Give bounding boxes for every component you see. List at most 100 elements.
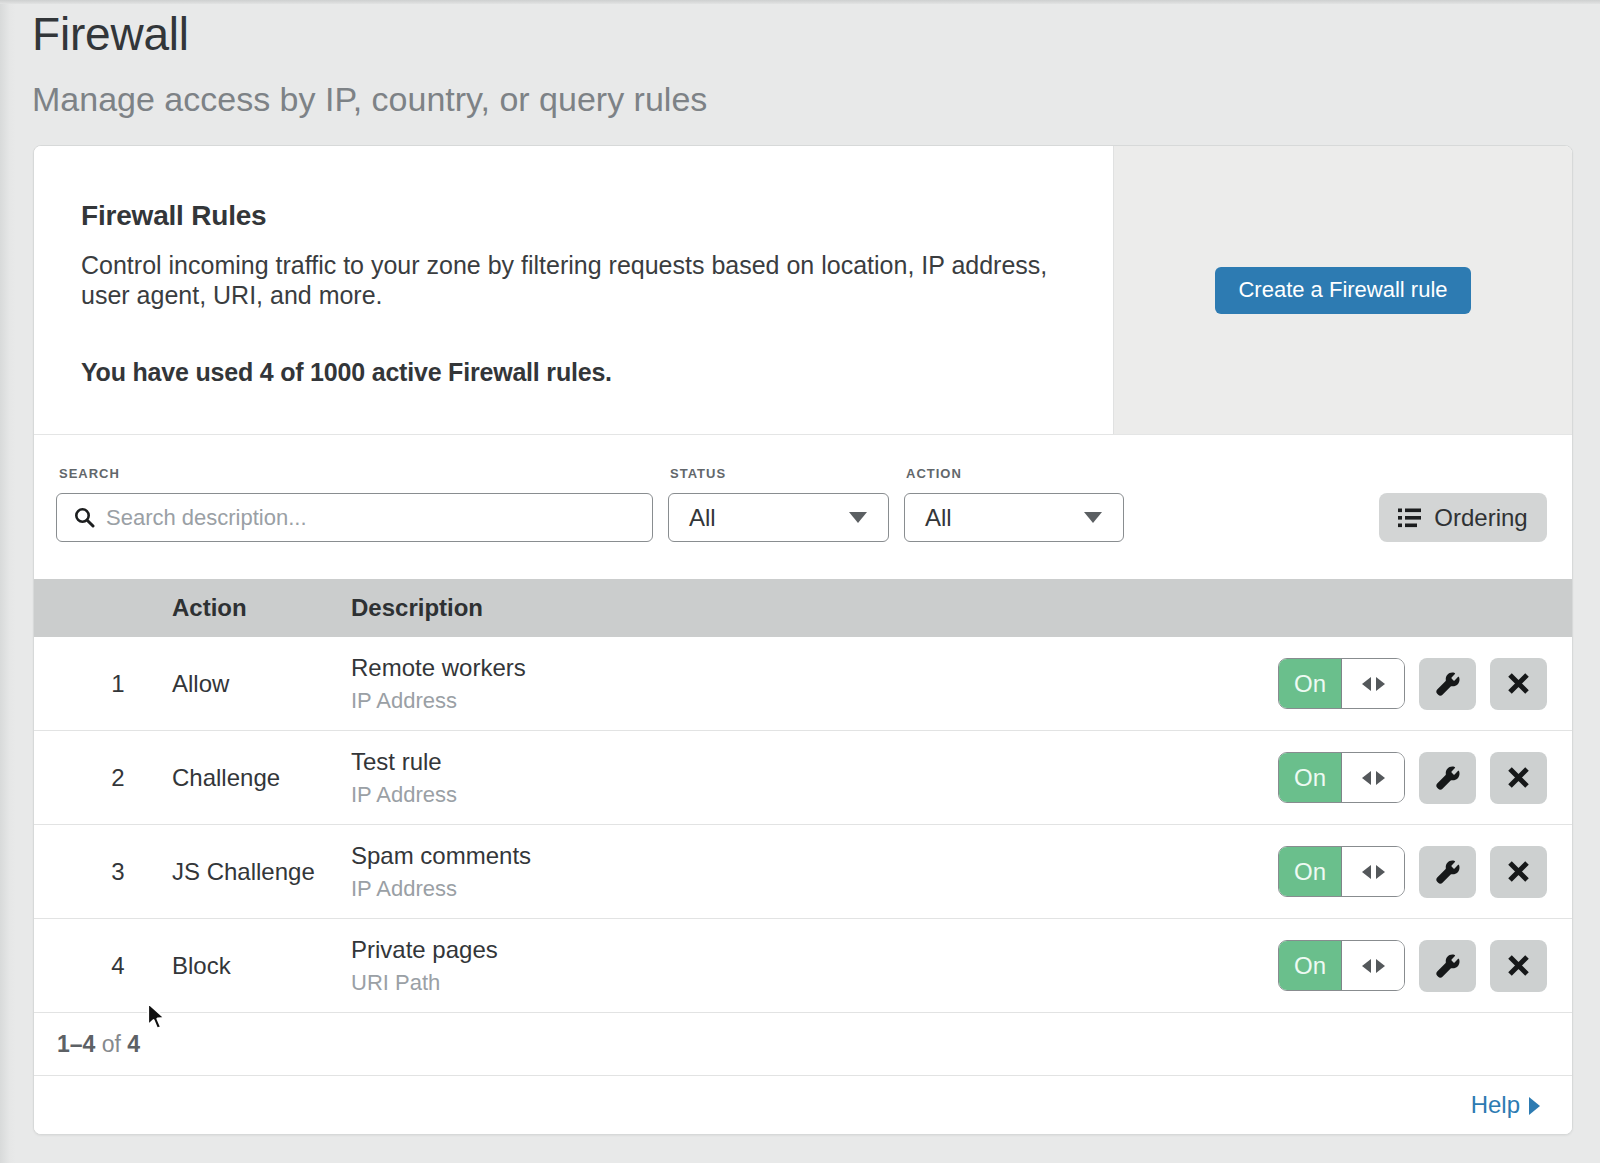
toggle-on-segment[interactable]: On xyxy=(1279,659,1342,708)
hero-text-panel: Firewall Rules Control incoming traffic … xyxy=(34,146,1113,434)
right-triangle-icon xyxy=(1529,1097,1540,1115)
rule-priority: 1 xyxy=(100,670,136,698)
rule-description: Remote workers xyxy=(351,653,526,683)
x-icon xyxy=(1507,860,1530,883)
status-select[interactable]: All xyxy=(668,493,889,542)
hero-action-panel: Create a Firewall rule xyxy=(1113,146,1572,434)
action-label: ACTION xyxy=(906,466,962,481)
page-title: Firewall xyxy=(32,6,1600,62)
toggle-handle[interactable] xyxy=(1342,659,1404,708)
search-label: SEARCH xyxy=(59,466,120,481)
arrow-left-icon xyxy=(1362,865,1371,879)
rule-priority: 3 xyxy=(100,858,136,886)
ordering-button-label: Ordering xyxy=(1434,504,1527,532)
arrow-left-icon xyxy=(1362,959,1371,973)
toggle-handle[interactable] xyxy=(1342,753,1404,802)
arrow-right-icon xyxy=(1376,959,1385,973)
toggle-on-segment[interactable]: On xyxy=(1279,941,1342,990)
wrench-icon xyxy=(1435,671,1461,697)
pagination-total: 4 xyxy=(127,1031,140,1057)
search-icon xyxy=(74,507,95,528)
page-subtitle: Manage access by IP, country, or query r… xyxy=(32,80,1600,118)
x-icon xyxy=(1507,954,1530,977)
ordering-button[interactable]: Ordering xyxy=(1379,493,1547,542)
delete-rule-button[interactable] xyxy=(1490,658,1547,710)
column-header-description: Description xyxy=(351,594,483,622)
chevron-down-icon xyxy=(849,512,867,523)
x-icon xyxy=(1507,672,1530,695)
wrench-icon xyxy=(1435,859,1461,885)
page-header: Firewall Manage access by IP, country, o… xyxy=(0,0,1600,118)
rule-priority: 4 xyxy=(100,952,136,980)
arrow-left-icon xyxy=(1362,771,1371,785)
rule-description: Private pages xyxy=(351,935,498,965)
edit-rule-button[interactable] xyxy=(1419,752,1476,804)
delete-rule-button[interactable] xyxy=(1490,752,1547,804)
edit-rule-button[interactable] xyxy=(1419,940,1476,992)
arrow-right-icon xyxy=(1376,677,1385,691)
rule-enabled-toggle[interactable]: On xyxy=(1278,940,1405,991)
help-link[interactable]: Help xyxy=(1471,1091,1540,1119)
chevron-down-icon xyxy=(1084,512,1102,523)
wrench-icon xyxy=(1435,765,1461,791)
arrow-right-icon xyxy=(1376,771,1385,785)
rule-enabled-toggle[interactable]: On xyxy=(1278,658,1405,709)
column-header-action: Action xyxy=(172,594,247,622)
rule-match-type: IP Address xyxy=(351,686,526,715)
pagination-range: 1–4 xyxy=(57,1031,95,1057)
table-row: 1 Allow Remote workers IP Address On xyxy=(34,637,1572,731)
rule-action: Challenge xyxy=(172,764,280,792)
pagination-text: 1–4 of 4 xyxy=(57,1031,140,1058)
rule-enabled-toggle[interactable]: On xyxy=(1278,846,1405,897)
create-firewall-rule-button[interactable]: Create a Firewall rule xyxy=(1215,267,1470,314)
delete-rule-button[interactable] xyxy=(1490,940,1547,992)
rule-description: Spam comments xyxy=(351,841,531,871)
row-controls: On xyxy=(1278,658,1547,710)
search-box[interactable] xyxy=(56,493,653,542)
toggle-on-segment[interactable]: On xyxy=(1279,753,1342,802)
help-link-label: Help xyxy=(1471,1091,1520,1119)
rule-match-type: IP Address xyxy=(351,780,457,809)
row-controls: On xyxy=(1278,846,1547,898)
rule-enabled-toggle[interactable]: On xyxy=(1278,752,1405,803)
rule-match-type: IP Address xyxy=(351,874,531,903)
arrow-right-icon xyxy=(1376,865,1385,879)
hero-description: Control incoming traffic to your zone by… xyxy=(81,250,1053,310)
status-label: STATUS xyxy=(670,466,726,481)
rule-description-cell: Spam comments IP Address xyxy=(351,841,531,903)
action-select[interactable]: All xyxy=(904,493,1124,542)
hero-heading: Firewall Rules xyxy=(81,200,1053,232)
table-row: 4 Block Private pages URI Path On xyxy=(34,919,1572,1013)
search-input[interactable] xyxy=(106,505,638,531)
arrow-left-icon xyxy=(1362,677,1371,691)
rule-action: JS Challenge xyxy=(172,858,315,886)
rule-description-cell: Test rule IP Address xyxy=(351,747,457,809)
rule-action: Block xyxy=(172,952,231,980)
action-select-value: All xyxy=(925,504,952,532)
pagination-bar: 1–4 of 4 xyxy=(34,1013,1572,1075)
usage-note: You have used 4 of 1000 active Firewall … xyxy=(81,358,1053,387)
row-controls: On xyxy=(1278,752,1547,804)
hero-description-line1: Control incoming traffic to your zone by… xyxy=(81,250,1053,280)
toggle-handle[interactable] xyxy=(1342,847,1404,896)
edit-rule-button[interactable] xyxy=(1419,846,1476,898)
rule-action: Allow xyxy=(172,670,229,698)
firewall-rules-card: Firewall Rules Control incoming traffic … xyxy=(33,145,1573,1135)
list-icon xyxy=(1398,508,1421,528)
help-bar: Help xyxy=(34,1075,1572,1134)
table-header: Action Description xyxy=(34,579,1572,637)
rule-description: Test rule xyxy=(351,747,457,777)
wrench-icon xyxy=(1435,953,1461,979)
status-select-value: All xyxy=(689,504,716,532)
rule-priority: 2 xyxy=(100,764,136,792)
toggle-handle[interactable] xyxy=(1342,941,1404,990)
toggle-on-segment[interactable]: On xyxy=(1279,847,1342,896)
delete-rule-button[interactable] xyxy=(1490,846,1547,898)
hero-section: Firewall Rules Control incoming traffic … xyxy=(34,146,1572,435)
pagination-connector: of xyxy=(102,1031,121,1057)
table-row: 3 JS Challenge Spam comments IP Address … xyxy=(34,825,1572,919)
row-controls: On xyxy=(1278,940,1547,992)
hero-description-line2: user agent, URI, and more. xyxy=(81,280,1053,310)
edit-rule-button[interactable] xyxy=(1419,658,1476,710)
rule-description-cell: Remote workers IP Address xyxy=(351,653,526,715)
